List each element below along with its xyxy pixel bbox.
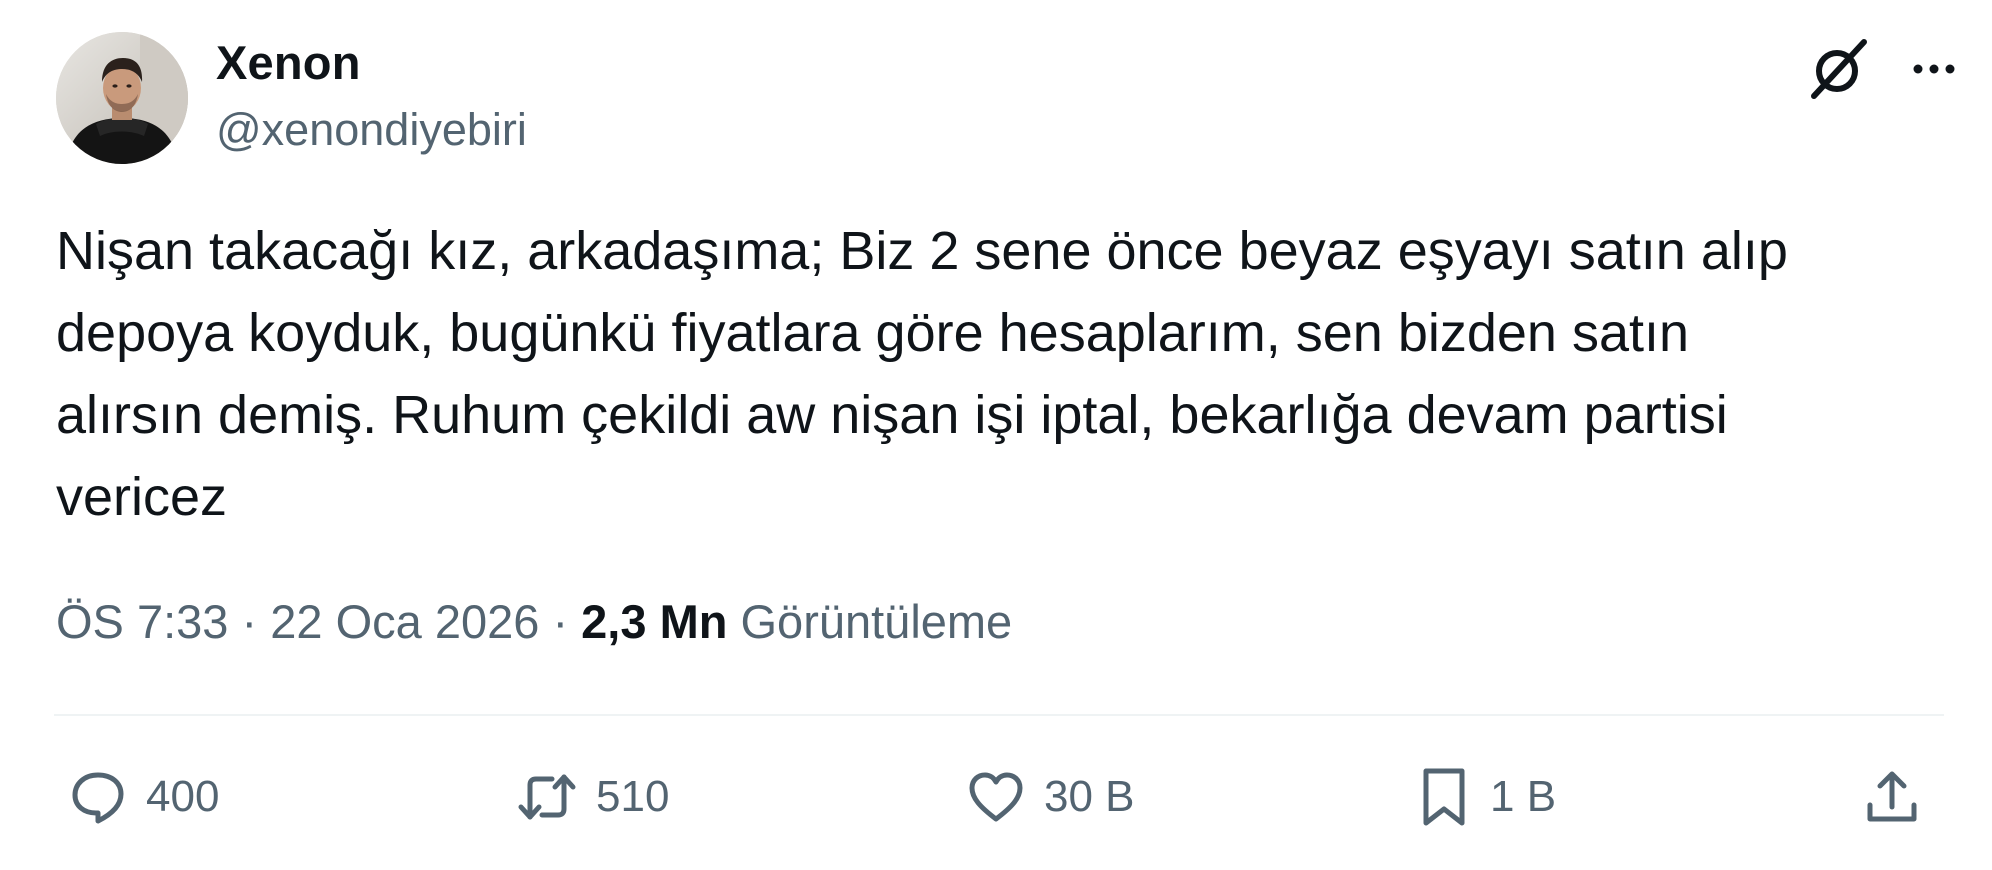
retweet-count: 510 [596, 772, 670, 821]
grok-icon[interactable] [1806, 36, 1872, 102]
reply-count: 400 [146, 772, 220, 821]
more-icon[interactable] [1912, 62, 1956, 76]
author-display-name[interactable]: Xenon [216, 34, 527, 92]
author-handle[interactable]: @xenondiyebiri [216, 102, 527, 158]
views-label-text: Görüntüleme [740, 595, 1013, 648]
meta-separator: · [539, 595, 582, 648]
retweet-button[interactable]: 510 [516, 752, 669, 842]
reply-icon [72, 772, 124, 824]
bookmark-button[interactable]: 1 B [1416, 752, 1556, 842]
tweet-meta: ÖS 7:33 · 22 Oca 2026 · 2,3 Mn Görüntüle… [56, 592, 1012, 652]
like-count: 30 B [1044, 772, 1135, 821]
heart-icon [969, 772, 1023, 822]
bookmark-icon [1423, 768, 1465, 826]
tweet-time[interactable]: ÖS 7:33 [56, 595, 228, 648]
tweet-date[interactable]: 22 Oca 2026 [270, 595, 539, 648]
like-button[interactable]: 30 B [966, 752, 1135, 842]
avatar[interactable] [56, 32, 188, 164]
tweet-card: Xenon @xenondiyebiri Nişan takacağı kız,… [0, 0, 1992, 870]
views-count[interactable]: 2,3 Mn [581, 595, 727, 648]
bookmark-count: 1 B [1490, 772, 1557, 821]
author-names: Xenon @xenondiyebiri [216, 34, 527, 158]
avatar-photo [56, 32, 188, 164]
top-actions [1806, 36, 1956, 102]
divider [54, 714, 1944, 716]
meta-separator: · [228, 595, 271, 648]
share-icon [1867, 771, 1917, 822]
action-bar: 400 510 30 B 1 B [54, 752, 1944, 842]
share-button[interactable] [1862, 752, 1922, 842]
reply-button[interactable]: 400 [68, 752, 219, 842]
tweet-text: Nişan takacağı kız, arkadaşıma; Biz 2 se… [56, 221, 1788, 527]
retweet-icon [518, 774, 576, 820]
views-label[interactable]: Görüntüleme [727, 595, 1013, 648]
